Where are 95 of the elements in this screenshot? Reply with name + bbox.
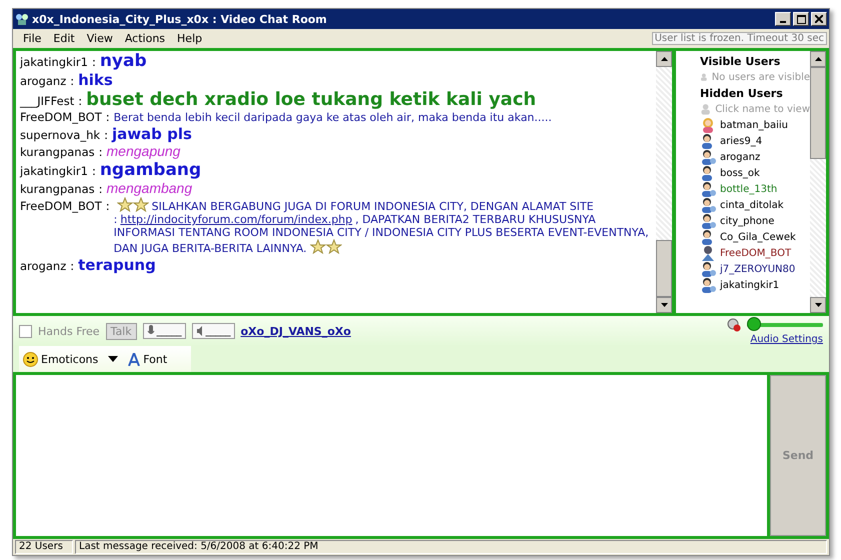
user-icon (700, 149, 716, 165)
user-icon (700, 101, 712, 117)
stars-icon (310, 239, 342, 254)
stars-icon (116, 196, 149, 212)
menu-item[interactable]: View (80, 32, 119, 45)
user-name[interactable]: city_phone (720, 216, 774, 226)
microphone-icon (146, 325, 155, 337)
message-author: aroganz (20, 75, 66, 90)
menu-item[interactable]: Help (171, 32, 208, 45)
user-name[interactable]: boss_ok (720, 168, 760, 178)
window-title: x0x_Indonesia_City_Plus_x0x : Video Chat Room (32, 12, 328, 26)
message-input[interactable] (16, 375, 767, 536)
message-author: aroganz (20, 260, 66, 274)
user-name[interactable]: cinta_ditolak (720, 200, 784, 210)
message-author: FreeDOM_BOT (20, 200, 102, 214)
message-text: mengapung (106, 142, 182, 160)
separator: : (92, 56, 96, 70)
message-author: ___JIFFest (20, 95, 74, 110)
font-button[interactable]: Font (128, 352, 168, 366)
separator: : (106, 110, 110, 125)
message-text: terapung (78, 256, 157, 274)
menu-item[interactable]: Edit (47, 32, 81, 45)
user-name[interactable]: bottle_13th (720, 184, 778, 194)
user-name[interactable]: batman_baiiu (720, 120, 788, 130)
menu-item[interactable]: Actions (118, 32, 172, 45)
maximize-button[interactable] (793, 12, 809, 26)
mic-level: _____ (142, 323, 186, 339)
user-count: 22 Users (15, 540, 73, 554)
user-icon (700, 261, 716, 277)
speaker-level: _____ (192, 323, 235, 339)
scrollbar[interactable] (810, 51, 826, 313)
close-icon (815, 15, 823, 23)
user-icon (700, 245, 716, 261)
user-icon (700, 277, 716, 293)
hint-text: No users are visible (712, 72, 810, 82)
app-icon (15, 13, 29, 25)
message-link[interactable]: http://indocityforum.com/forum/index.php (120, 212, 352, 226)
speaker-icon (196, 325, 204, 337)
menu-item[interactable]: File (17, 32, 48, 45)
speaker-link[interactable]: oXo_DJ_VANS_oXo (240, 324, 351, 338)
separator: : (106, 200, 110, 214)
separator: : (78, 95, 82, 110)
user-name[interactable]: Co_Gila_Cewek (720, 232, 796, 242)
female-user-icon (700, 117, 716, 133)
user-icon (700, 197, 716, 213)
message-text: hiks (78, 71, 114, 90)
message-text: ngambang (100, 160, 202, 180)
close-button[interactable] (811, 12, 827, 26)
message-author: jakatingkir1 (20, 56, 88, 70)
dropdown-arrow-icon[interactable] (108, 356, 118, 362)
message-text: SILAHKAN BERGABUNG JUGA DI FORUM INDONESIA CITY, DENGAN ALAMAT SITE : http://indocityforum.com/forum/index.php , DAPATKAN BERITA2 TERBARU KHUSUSNYA INFORMASI TENTANG ROOM INDONESIA CITY / INDONESIA CITY PLUS BESERTA EVENT-EVENTNYA, DAN JUGA BERITA-BERITA LAINNYA. (114, 196, 652, 256)
letter-a-icon (128, 352, 140, 366)
up-arrow-icon (814, 57, 822, 61)
message-author: FreeDOM_BOT (20, 110, 102, 125)
separator: : (92, 164, 96, 178)
hint-text: Click name to view (715, 104, 810, 114)
group-header: Hidden Users (700, 86, 783, 100)
message-author: jakatingkir1 (20, 164, 88, 178)
last-message-status: Last message received: 5/6/2008 at 6:40:22 PM (75, 540, 827, 554)
message-text: jawab pls (112, 124, 193, 143)
user-name[interactable]: aries9_4 (720, 136, 762, 146)
user-icon (700, 213, 716, 229)
separator: : (70, 75, 74, 90)
maximize-icon (796, 14, 806, 24)
checkbox-label: Hands Free (38, 324, 100, 338)
message-text: Berat benda lebih kecil daripada gaya ke atas oleh air, maka benda itu akan..... (114, 110, 553, 124)
message-text: buset dech xradio loe tukang ketik kali yach (86, 89, 538, 111)
up-arrow-icon (660, 57, 668, 61)
separator: : (98, 182, 103, 197)
user-name[interactable]: FreeDOM_BOT (720, 248, 792, 258)
hands-free-checkbox[interactable] (19, 324, 32, 338)
separator: : (70, 260, 74, 274)
user-name[interactable]: jakatingkir1 (720, 280, 780, 290)
user-name[interactable]: j7_ZEROYUN80 (720, 264, 796, 274)
message-text: mengambang (106, 180, 194, 197)
audio-settings-link[interactable]: Audio Settings (750, 334, 823, 345)
separator: : (98, 146, 103, 160)
emoticons-button[interactable]: Emoticons (23, 352, 98, 366)
message-author: supernova_hk (20, 128, 100, 143)
minimize-button[interactable] (775, 12, 791, 26)
separator: : (104, 128, 108, 143)
down-arrow-icon (814, 303, 822, 307)
message-author: kurangpanas (20, 182, 95, 197)
message-text: nyab (100, 51, 148, 72)
group-header: Visible Users (700, 54, 780, 68)
user-icon (700, 181, 716, 197)
down-arrow-icon (660, 303, 668, 307)
scrollbar[interactable] (656, 51, 672, 313)
user-name[interactable]: aroganz (720, 152, 760, 162)
message-author: kurangpanas (20, 146, 95, 160)
scroll-thumb[interactable] (810, 67, 826, 159)
status-notice: User list is frozen. Timeout 30 sec (652, 32, 827, 45)
smiley-icon (23, 352, 38, 366)
scroll-thumb[interactable] (656, 240, 672, 297)
muted-speaker-icon (727, 318, 741, 332)
